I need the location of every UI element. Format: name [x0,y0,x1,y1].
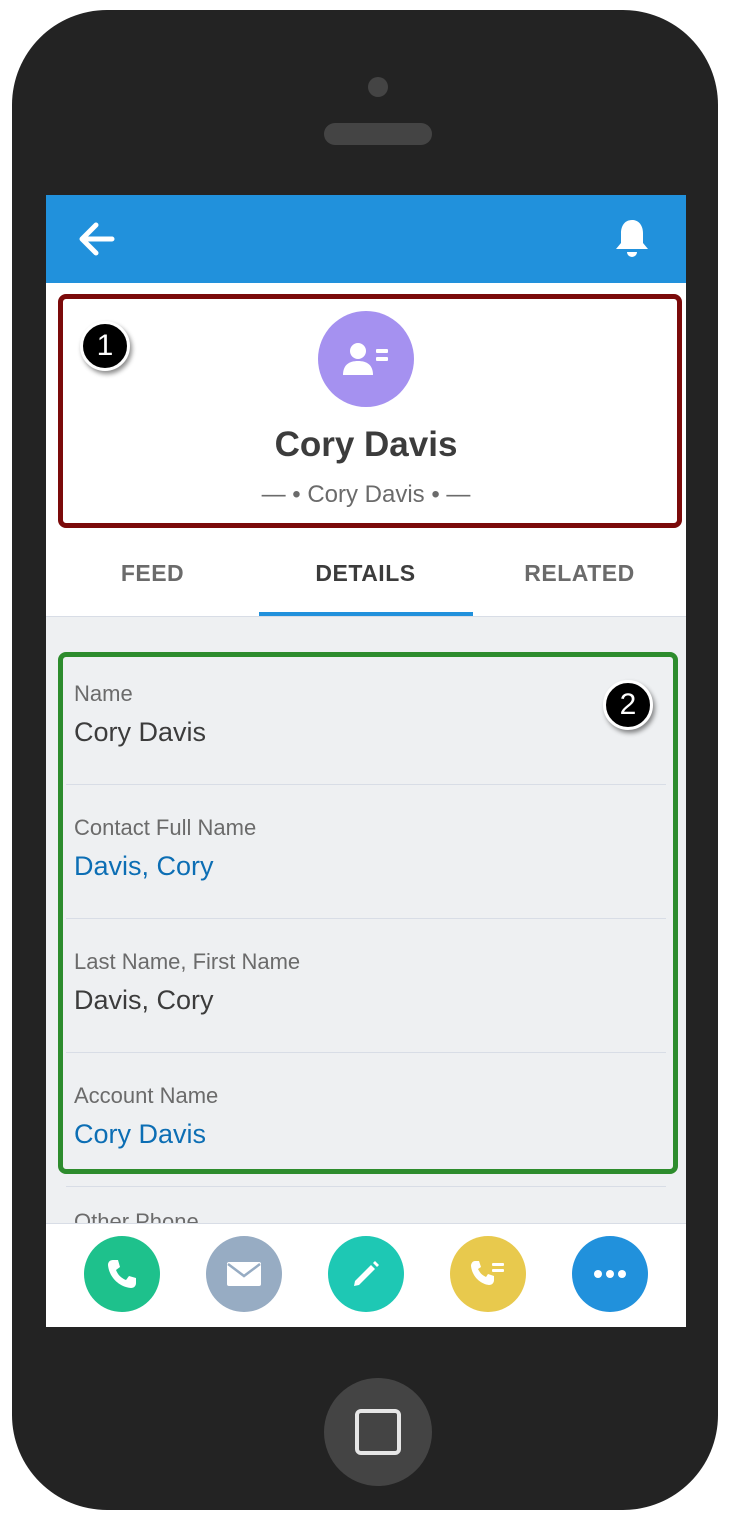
action-bar [46,1223,686,1327]
annotation-badge-1: 1 [80,321,130,371]
edit-button[interactable] [328,1236,404,1312]
notification-bell-icon[interactable] [612,217,652,259]
tab-related[interactable]: RELATED [473,543,686,617]
email-icon [227,1262,261,1286]
app-screen: Cory Davis — • Cory Davis • — FEED DETAI… [46,195,686,1327]
more-actions-button[interactable] [572,1236,648,1312]
annotation-badge-2: 2 [603,680,653,730]
more-icon [594,1270,626,1278]
phone-icon [108,1260,136,1288]
top-bar [46,195,686,283]
log-call-button[interactable] [450,1236,526,1312]
back-arrow-icon[interactable] [76,219,116,259]
home-square-icon [355,1409,401,1455]
log-call-icon [471,1261,504,1285]
annotation-box-header [58,294,682,528]
tab-details[interactable]: DETAILS [259,543,472,617]
annotation-box-details [58,652,678,1174]
call-button[interactable] [84,1236,160,1312]
home-button[interactable] [324,1378,432,1486]
speaker [324,123,432,145]
active-tab-indicator [259,612,473,616]
record-tabs: FEED DETAILS RELATED [46,543,686,617]
camera [368,77,388,97]
edit-icon [354,1261,379,1286]
email-button[interactable] [206,1236,282,1312]
tab-feed[interactable]: FEED [46,543,259,617]
